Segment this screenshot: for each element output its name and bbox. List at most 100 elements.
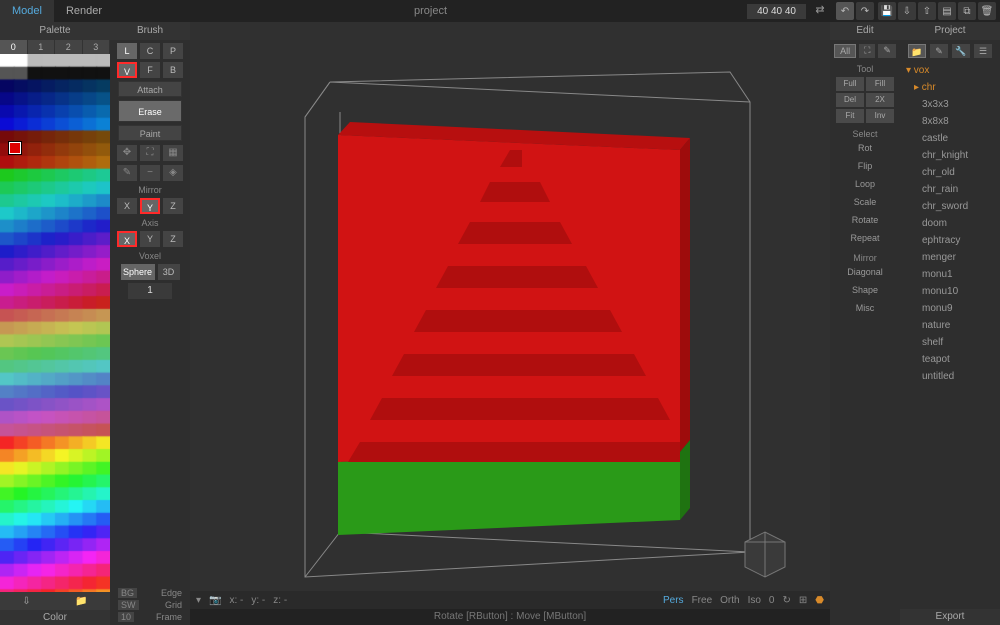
folder-vox[interactable]: ▾ vox [906,65,929,76]
tool-del[interactable]: Del [836,93,864,107]
edit-wand-icon[interactable]: ✎ [878,44,896,58]
frame-label[interactable]: Frame [156,612,182,622]
brush-c[interactable]: C [140,43,160,59]
file-chr_knight[interactable]: chr_knight [914,147,994,164]
proj-pen-icon[interactable]: ✎ [930,44,948,58]
palette-swatches[interactable] [0,54,110,592]
sphere-button[interactable]: Sphere [121,264,155,280]
select-box-icon[interactable]: ⛶ [140,145,160,161]
tool-fit[interactable]: Fit [836,109,864,123]
edit-expand-icon[interactable]: ⛶ [859,44,875,58]
bg-label[interactable]: BG [118,588,137,598]
export-bar[interactable]: Export [900,609,1000,625]
file-menger[interactable]: menger [914,249,994,266]
vp-chevron-icon[interactable]: ▾ [196,595,201,606]
edge-label[interactable]: Edge [161,588,182,598]
file-teapot[interactable]: teapot [914,351,994,368]
brush-v[interactable]: V [117,62,137,78]
file-3x3x3[interactable]: 3x3x3 [914,96,994,113]
file-ephtracy[interactable]: ephtracy [914,232,994,249]
recenter-icon[interactable]: ↻ [782,595,790,606]
tool-full[interactable]: Full [836,77,864,91]
palette-tab-0[interactable]: 0 [0,40,28,54]
viewport-3d[interactable]: ▾ 📷 x: - y: - z: - Pers Free Orth Iso 0 … [190,22,830,625]
edit-all[interactable]: All [834,44,856,58]
op-scale[interactable]: Scale [830,193,900,211]
ten-label[interactable]: 10 [118,612,134,622]
new-icon[interactable]: ▤ [938,2,956,20]
paint-button[interactable]: Paint [118,125,182,141]
pen-icon[interactable]: ✎ [117,165,137,181]
axis-x[interactable]: X [117,231,137,247]
op-rot[interactable]: Rot [830,139,900,157]
palette-tab-3[interactable]: 3 [83,40,111,54]
file-chr_rain[interactable]: chr_rain [914,181,994,198]
tool-fill[interactable]: Fill [866,77,894,91]
proj-orth[interactable]: Orth [720,595,739,606]
grid-label[interactable]: Grid [165,600,182,610]
swap-icon[interactable]: ⇄ [812,3,828,19]
grid-icon[interactable]: ⊞ [799,595,807,606]
sw-label[interactable]: SW [118,600,139,610]
proj-iso[interactable]: Iso [748,595,761,606]
proj-list-icon[interactable]: ☰ [974,44,992,58]
proj-free[interactable]: Free [692,595,713,606]
brush-f[interactable]: F [140,62,160,78]
file-8x8x8[interactable]: 8x8x8 [914,113,994,130]
tool-inv[interactable]: Inv [866,109,894,123]
file-monu10[interactable]: monu10 [914,283,994,300]
download-icon[interactable]: ⇩ [898,2,916,20]
file-doom[interactable]: doom [914,215,994,232]
tab-model[interactable]: Model [0,0,54,22]
picker-icon[interactable]: ◈ [163,165,183,181]
mirror-x[interactable]: X [117,198,137,214]
palette-tab-2[interactable]: 2 [55,40,83,54]
region-icon[interactable]: ▦ [163,145,183,161]
mirror-z[interactable]: Z [163,198,183,214]
mirror-y[interactable]: Y [140,198,160,214]
attach-button[interactable]: Attach [118,81,182,97]
move-icon[interactable]: ✥ [117,145,137,161]
palette-folder-icon[interactable]: 📁 [75,596,87,607]
dimensions[interactable]: 40 40 40 [747,4,806,19]
palette-download-icon[interactable]: ⇩ [22,596,30,607]
minus-icon[interactable]: − [140,165,160,181]
file-untitled[interactable]: untitled [914,368,994,385]
file-monu1[interactable]: monu1 [914,266,994,283]
op-misc[interactable]: Misc [830,299,900,317]
tab-render[interactable]: Render [54,0,114,22]
op-loop[interactable]: Loop [830,175,900,193]
file-chr_sword[interactable]: chr_sword [914,198,994,215]
file-castle[interactable]: castle [914,130,994,147]
file-nature[interactable]: nature [914,317,994,334]
brush-p[interactable]: P [163,43,183,59]
erase-button[interactable]: Erase [118,100,182,122]
file-chr_old[interactable]: chr_old [914,164,994,181]
brush-b[interactable]: B [163,62,183,78]
file-shelf[interactable]: shelf [914,334,994,351]
op-repeat[interactable]: Repeat [830,229,900,247]
cube-icon[interactable]: ⬣ [815,595,824,606]
delete-icon[interactable]: 🗑 [978,2,996,20]
folder-chr[interactable]: ▸ chr [906,82,936,93]
brush-l[interactable]: L [117,43,137,59]
palette-tab-1[interactable]: 1 [28,40,56,54]
save-button[interactable]: 💾 [878,2,896,20]
axis-y[interactable]: Y [140,231,160,247]
redo-button[interactable]: ↷ [856,2,874,20]
op-rotate[interactable]: Rotate [830,211,900,229]
threeD-button[interactable]: 3D [158,264,180,280]
proj-wrench-icon[interactable]: 🔧 [952,44,970,58]
export-icon[interactable]: ⇧ [918,2,936,20]
op-shape[interactable]: Shape [830,281,900,299]
copy-icon[interactable]: ⧉ [958,2,976,20]
proj-folder-icon[interactable]: 📁 [908,44,926,58]
select-label[interactable]: Select [830,129,900,139]
proj-pers[interactable]: Pers [663,595,684,606]
tool-2x[interactable]: 2X [866,93,894,107]
camera-icon[interactable]: 📷 [209,595,221,606]
undo-button[interactable]: ↶ [836,2,854,20]
op-diagonal[interactable]: Diagonal [830,263,900,281]
file-monu9[interactable]: monu9 [914,300,994,317]
axis-z[interactable]: Z [163,231,183,247]
